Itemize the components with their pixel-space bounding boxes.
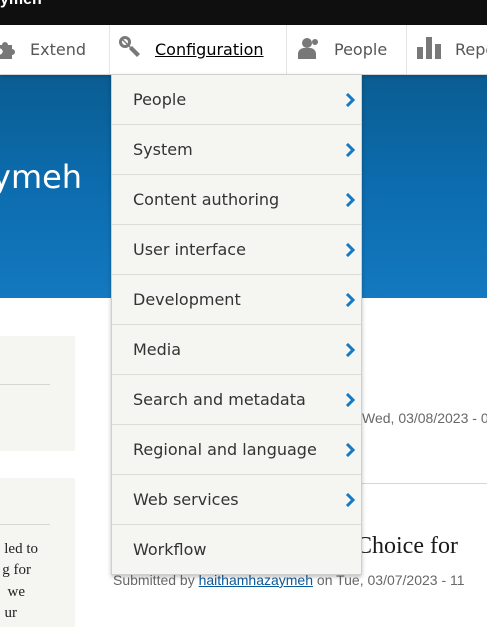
chevron-right-icon — [345, 193, 356, 207]
toolbar-configuration-label: Configuration — [155, 40, 264, 59]
sidebar-block-1 — [0, 336, 75, 451]
chevron-right-icon — [345, 443, 356, 457]
config-menu-item-people[interactable]: People — [112, 75, 361, 125]
sidebar-text-2: g for — [2, 562, 31, 578]
toolbar-extend-label: Extend — [30, 40, 86, 59]
config-menu-item-workflow[interactable]: Workflow — [112, 525, 361, 574]
toolbar-extend[interactable]: Extend — [0, 25, 86, 74]
config-menu-item-system[interactable]: System — [112, 125, 361, 175]
config-menu-label: Development — [133, 290, 241, 309]
chevron-right-icon — [345, 143, 356, 157]
sidebar-block-2: led to g for we ur — [0, 478, 75, 627]
chevron-right-icon — [345, 493, 356, 507]
hero-title: ymeh — [0, 158, 83, 196]
configuration-dropdown: People System Content authoring User int… — [111, 74, 362, 575]
people-icon — [298, 37, 322, 63]
config-menu-item-search-and-metadata[interactable]: Search and metadata — [112, 375, 361, 425]
sidebar-text-3: we — [7, 584, 26, 600]
config-menu-label: Content authoring — [133, 190, 280, 209]
toolbar-people[interactable]: People — [298, 25, 387, 74]
chevron-right-icon — [345, 243, 356, 257]
toolbar-people-label: People — [334, 40, 388, 59]
sidebar-text-1: led to — [4, 541, 38, 557]
chevron-right-icon — [345, 93, 356, 107]
chevron-right-icon — [345, 393, 356, 407]
config-menu-item-web-services[interactable]: Web services — [112, 475, 361, 525]
config-menu-item-content-authoring[interactable]: Content authoring — [112, 175, 361, 225]
bar-chart-icon — [417, 36, 443, 63]
puzzle-icon — [0, 37, 18, 63]
site-name[interactable]: ymeh — [0, 0, 42, 9]
config-menu-item-regional-and-language[interactable]: Regional and language — [112, 425, 361, 475]
toolbar-configuration[interactable]: Configuration — [119, 25, 264, 74]
chevron-right-icon — [345, 343, 356, 357]
config-menu-label: System — [133, 140, 193, 159]
chevron-right-icon — [345, 293, 356, 307]
config-menu-item-user-interface[interactable]: User interface — [112, 225, 361, 275]
config-menu-label: Regional and language — [133, 440, 317, 459]
article-divider — [362, 483, 487, 484]
config-menu-label: Search and metadata — [133, 390, 306, 409]
config-menu-label: People — [133, 90, 187, 109]
admin-toolbar-tray: Extend Configuration People Repo — [0, 25, 487, 75]
admin-topbar: ymeh — [0, 0, 487, 25]
config-menu-item-media[interactable]: Media — [112, 325, 361, 375]
sidebar-text-4: ur — [4, 605, 18, 621]
article-date: Wed, 03/08/2023 - 0 — [362, 410, 487, 426]
config-menu-item-development[interactable]: Development — [112, 275, 361, 325]
config-menu-label: Web services — [133, 490, 239, 509]
toolbar-reports[interactable]: Repo — [417, 25, 487, 74]
wrench-icon — [119, 35, 143, 64]
toolbar-reports-label: Repo — [455, 40, 487, 59]
config-menu-label: Media — [133, 340, 182, 359]
config-menu-label: User interface — [133, 240, 246, 259]
config-menu-label: Workflow — [133, 540, 207, 559]
